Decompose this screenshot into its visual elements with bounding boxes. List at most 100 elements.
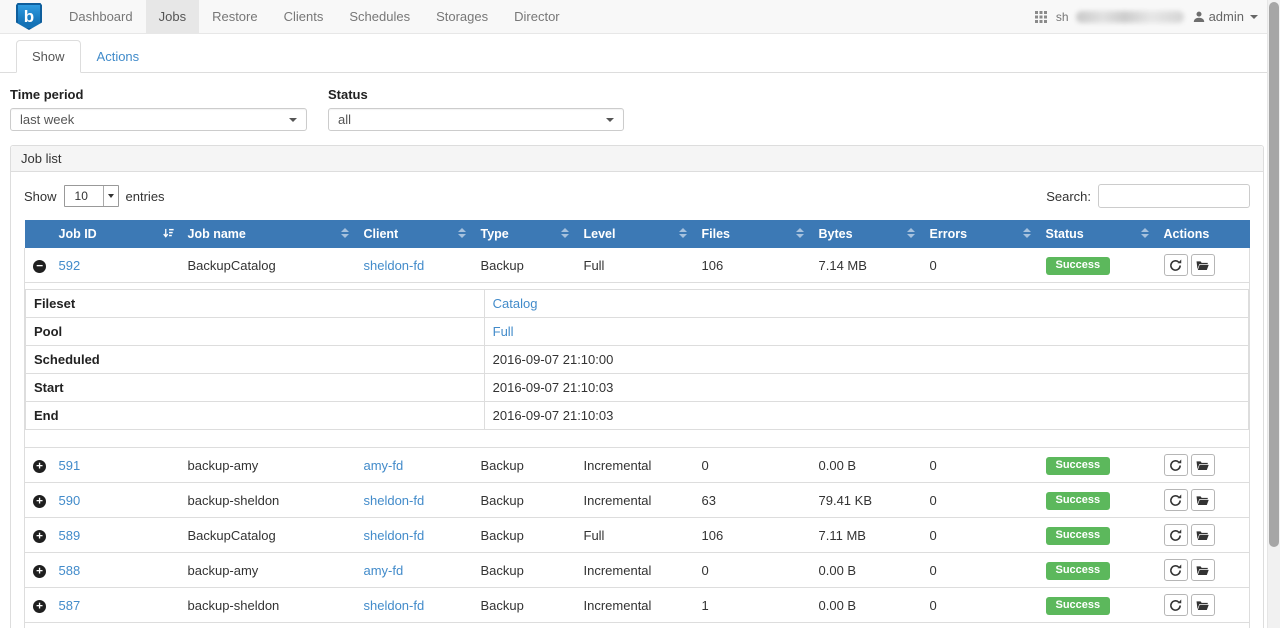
column-header-files[interactable]: Files <box>694 220 811 248</box>
client-link[interactable]: amy-fd <box>364 563 404 578</box>
bytes-cell: 7.11 MB <box>811 518 922 553</box>
job-id-link[interactable]: 590 <box>59 493 81 508</box>
detail-value-link[interactable]: Catalog <box>493 296 538 311</box>
panel-title: Job list <box>11 146 1263 172</box>
job-name-cell: backup-sheldon <box>180 588 356 623</box>
entries-count-value: 10 <box>65 186 103 206</box>
detail-row: FilesetCatalog <box>26 290 1249 318</box>
job-id-link[interactable]: 591 <box>59 458 81 473</box>
job-row: +590backup-sheldonsheldon-fdBackupIncrem… <box>25 483 1250 518</box>
job-files-button[interactable] <box>1191 559 1215 581</box>
detail-row: Start2016-09-07 21:10:03 <box>26 374 1249 402</box>
client-cell: sheldon-fd <box>356 518 473 553</box>
search-area: Search: <box>1046 184 1250 208</box>
column-header-errors[interactable]: Errors <box>922 220 1038 248</box>
column-header-status[interactable]: Status <box>1038 220 1156 248</box>
detail-value-link[interactable]: Full <box>493 324 514 339</box>
job-files-button[interactable] <box>1191 454 1215 476</box>
nav-item-restore[interactable]: Restore <box>199 0 271 33</box>
files-cell: 0 <box>694 448 811 483</box>
app-logo[interactable]: b <box>0 0 56 33</box>
sort-desc-icon[interactable] <box>163 228 174 242</box>
nav-item-clients[interactable]: Clients <box>271 0 337 33</box>
scrollbar-thumb[interactable] <box>1269 2 1279 547</box>
job-id-link[interactable]: 592 <box>59 258 81 273</box>
status-cell: Success <box>1038 518 1156 553</box>
rerun-job-button[interactable] <box>1164 454 1188 476</box>
client-cell: amy-fd <box>356 448 473 483</box>
job-id-link[interactable]: 589 <box>59 528 81 543</box>
nav-item-dashboard[interactable]: Dashboard <box>56 0 146 33</box>
job-files-button[interactable] <box>1191 524 1215 546</box>
rerun-job-button[interactable] <box>1164 559 1188 581</box>
expand-row-icon[interactable]: + <box>33 565 46 578</box>
sort-both-icon[interactable] <box>341 228 349 238</box>
job-id-link[interactable]: 588 <box>59 563 81 578</box>
column-header-client[interactable]: Client <box>356 220 473 248</box>
column-header-job-name[interactable]: Job name <box>180 220 356 248</box>
user-menu[interactable]: admin <box>1193 9 1258 24</box>
tab-show[interactable]: Show <box>16 40 81 73</box>
job-files-button[interactable] <box>1191 254 1215 276</box>
client-link[interactable]: sheldon-fd <box>364 598 425 613</box>
status-cell: Success <box>1038 483 1156 518</box>
sort-both-icon[interactable] <box>796 228 804 238</box>
page-tabs: Show Actions <box>0 34 1280 73</box>
tab-actions[interactable]: Actions <box>81 40 156 73</box>
column-header-job-id[interactable]: Job ID <box>51 220 180 248</box>
nav-item-director[interactable]: Director <box>501 0 573 33</box>
rerun-job-button[interactable] <box>1164 254 1188 276</box>
detail-value: 2016-09-07 21:10:03 <box>484 402 1248 430</box>
client-link[interactable]: amy-fd <box>364 458 404 473</box>
client-link[interactable]: sheldon-fd <box>364 528 425 543</box>
job-row: +591backup-amyamy-fdBackupIncremental00.… <box>25 448 1250 483</box>
column-header-level[interactable]: Level <box>576 220 694 248</box>
level-cell: Incremental <box>576 553 694 588</box>
entries-count-select[interactable]: 10 <box>64 185 119 207</box>
column-header-bytes[interactable]: Bytes <box>811 220 922 248</box>
expand-row-icon[interactable]: + <box>33 460 46 473</box>
expander-cell: + <box>25 553 51 588</box>
rerun-job-button[interactable] <box>1164 594 1188 616</box>
apps-grid-icon[interactable] <box>1035 11 1047 23</box>
sort-both-icon[interactable] <box>1141 228 1149 238</box>
entries-caret-icon <box>103 186 118 206</box>
job-id-link[interactable]: 587 <box>59 598 81 613</box>
nav-item-schedules[interactable]: Schedules <box>336 0 423 33</box>
job-name-cell: backup-sheldon <box>180 483 356 518</box>
sort-both-icon[interactable] <box>458 228 466 238</box>
sort-both-icon[interactable] <box>1023 228 1031 238</box>
status-select[interactable]: all <box>328 108 624 131</box>
expand-row-icon[interactable]: + <box>33 600 46 613</box>
status-label: Status <box>328 87 624 102</box>
detail-label: End <box>26 402 485 430</box>
expander-cell: − <box>25 248 51 283</box>
type-cell: Backup <box>473 483 576 518</box>
job-list-panel: Job list Show 10 entries Search: <box>10 145 1264 628</box>
status-cell: Success <box>1038 553 1156 588</box>
client-link[interactable]: sheldon-fd <box>364 493 425 508</box>
sort-both-icon[interactable] <box>561 228 569 238</box>
job-id-cell: 591 <box>51 448 180 483</box>
errors-cell: 0 <box>922 483 1038 518</box>
time-period-select[interactable]: last week <box>10 108 307 131</box>
search-input[interactable] <box>1098 184 1250 208</box>
job-name-cell: BackupCatalog <box>180 518 356 553</box>
nav-item-storages[interactable]: Storages <box>423 0 501 33</box>
rerun-job-button[interactable] <box>1164 489 1188 511</box>
vertical-scrollbar[interactable] <box>1267 0 1280 628</box>
expand-row-icon[interactable]: + <box>33 495 46 508</box>
client-link[interactable]: sheldon-fd <box>364 258 425 273</box>
expand-row-icon[interactable]: + <box>33 530 46 543</box>
sort-both-icon[interactable] <box>679 228 687 238</box>
column-header-type[interactable]: Type <box>473 220 576 248</box>
collapse-row-icon[interactable]: − <box>33 260 46 273</box>
job-files-button[interactable] <box>1191 489 1215 511</box>
sort-both-icon[interactable] <box>907 228 915 238</box>
bytes-cell: 0.00 B <box>811 553 922 588</box>
detail-value: 2016-09-07 21:10:03 <box>484 374 1248 402</box>
nav-item-jobs[interactable]: Jobs <box>146 0 199 33</box>
show-entries-suffix: entries <box>126 189 165 204</box>
job-files-button[interactable] <box>1191 594 1215 616</box>
rerun-job-button[interactable] <box>1164 524 1188 546</box>
